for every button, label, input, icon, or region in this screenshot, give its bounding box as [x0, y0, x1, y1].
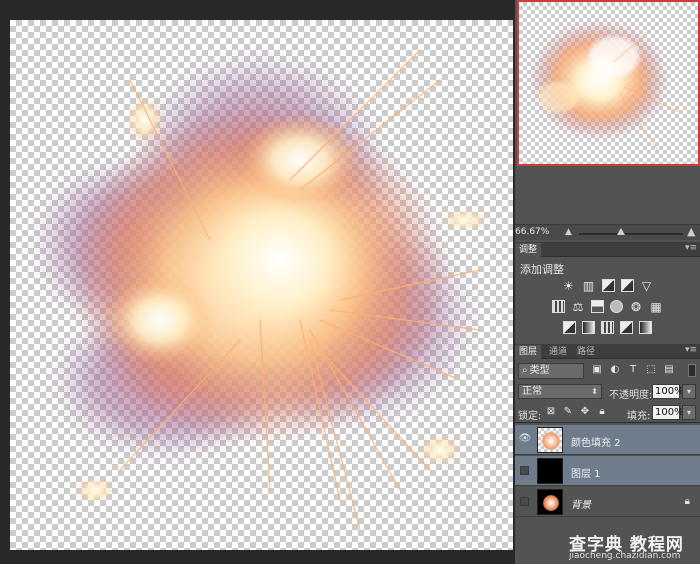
blend-mode-value: 正常	[522, 386, 542, 397]
right-panel-dock: 66.67% ▲ ▲ 调整 ▾≡ 添加调整 ☀ ▥ ▽ ⚖ ❂ ▦ 图层 通道 …	[515, 0, 700, 564]
posterize-icon[interactable]	[582, 321, 595, 334]
lock-image-pixels-icon[interactable]: ✎	[562, 406, 574, 418]
adjustment-icons-row-2: ⚖ ❂ ▦	[515, 300, 700, 318]
layer-filter-bar: ⌕ 类型 ▣ ◐ T ⬚ ▤	[515, 360, 700, 382]
eye-icon[interactable]: 👁︎	[518, 432, 532, 446]
navigator-panel	[515, 0, 700, 224]
layer-name[interactable]: 背景	[571, 496, 591, 511]
zoom-out-icon[interactable]: ▲	[565, 227, 572, 237]
color-lookup-icon[interactable]: ▦	[649, 300, 663, 314]
opacity-input[interactable]: 100%	[652, 384, 684, 399]
layer-thumbnail	[537, 458, 563, 484]
smart-object-filter-icon[interactable]: ▤	[663, 364, 675, 376]
tab-adjustments[interactable]: 调整	[515, 243, 542, 257]
shape-layer-filter-icon[interactable]: ⬚	[645, 364, 657, 376]
fill-label: 填充:	[627, 411, 651, 422]
panel-menu-icon[interactable]: ▾≡	[685, 345, 697, 355]
layer-thumbnail	[537, 427, 563, 453]
hue-saturation-icon[interactable]	[552, 300, 565, 313]
blend-mode-select[interactable]: 正常 ⬍	[518, 384, 602, 399]
visibility-toggle[interactable]	[520, 466, 529, 475]
adjustment-icons-row-3	[515, 321, 700, 339]
adjustment-icons-row-1: ☀ ▥ ▽	[515, 279, 700, 297]
chevron-updown-icon: ⬍	[591, 387, 598, 396]
watermark: 查字典 教程网 jiaocheng.chazidian.com	[569, 530, 694, 562]
fill-dropdown-button[interactable]: ▾	[682, 405, 696, 420]
gradient-map-icon[interactable]	[639, 321, 652, 334]
layers-header: 图层 通道 路径 ▾≡	[515, 344, 700, 359]
opacity-dropdown-button[interactable]: ▾	[682, 384, 696, 399]
watermark-url: jiaocheng.chazidian.com	[569, 551, 681, 561]
threshold-icon[interactable]	[601, 321, 614, 334]
lock-icon: 🔒︎	[684, 496, 690, 507]
black-white-icon[interactable]	[591, 300, 604, 313]
visibility-toggle[interactable]	[520, 497, 529, 506]
lock-row: 锁定: ⊠ ✎ ✥ 🔒︎ 填充: 100% ▾	[515, 403, 700, 423]
layer-row[interactable]: 👁︎ 颜色填充 2	[515, 425, 700, 455]
panel-menu-icon[interactable]: ▾≡	[685, 243, 697, 253]
blend-row: 正常 ⬍ 不透明度: 100% ▾	[515, 382, 700, 402]
tab-channels[interactable]: 通道	[545, 345, 571, 359]
photo-filter-icon[interactable]	[610, 300, 623, 313]
layer-row[interactable]: 背景 🔒︎	[515, 487, 700, 517]
lock-transparent-pixels-icon[interactable]: ⊠	[545, 406, 557, 418]
add-adjustment-label: 添加调整	[520, 263, 564, 276]
adjustments-header: 调整 ▾≡	[515, 242, 700, 257]
channel-mixer-icon[interactable]: ❂	[629, 300, 643, 314]
layer-thumbnail	[537, 489, 563, 515]
navigator-zoom-bar: 66.67% ▲ ▲	[515, 224, 700, 240]
fill-input[interactable]: 100%	[652, 405, 684, 420]
curves-icon[interactable]	[601, 279, 615, 292]
kind-filter-select[interactable]: ⌕ 类型	[518, 363, 584, 379]
filter-toggle-switch[interactable]	[688, 364, 696, 377]
layer-name[interactable]: 颜色填充 2	[571, 434, 621, 449]
adjustments-panel: 调整 ▾≡ 添加调整 ☀ ▥ ▽ ⚖ ❂ ▦	[515, 242, 700, 344]
zoom-slider[interactable]	[579, 233, 683, 235]
kind-filter-value: 类型	[529, 365, 550, 376]
pixel-layer-filter-icon[interactable]: ▣	[591, 364, 603, 376]
navigator-thumbnail-artwork	[529, 20, 680, 153]
image-canvas[interactable]	[10, 20, 513, 550]
search-icon: ⌕	[522, 365, 528, 376]
opacity-label: 不透明度:	[609, 390, 653, 401]
layer-row[interactable]: 图层 1	[515, 456, 700, 486]
tab-layers[interactable]: 图层	[515, 345, 542, 359]
lock-position-icon[interactable]: ✥	[579, 406, 591, 418]
zoom-in-icon[interactable]: ▲	[687, 225, 695, 238]
vibrance-icon[interactable]: ▽	[640, 279, 654, 293]
selective-color-icon[interactable]	[620, 321, 633, 334]
levels-icon[interactable]: ▥	[582, 279, 596, 293]
exposure-icon[interactable]	[620, 279, 634, 292]
tab-paths[interactable]: 路径	[573, 345, 599, 359]
zoom-value[interactable]: 66.67%	[515, 227, 549, 237]
layer-name[interactable]: 图层 1	[571, 465, 601, 480]
explosion-thumbnail-image	[543, 495, 559, 511]
lock-all-icon[interactable]: 🔒︎	[596, 406, 608, 418]
adjustment-layer-filter-icon[interactable]: ◐	[609, 364, 621, 376]
brightness-contrast-icon[interactable]: ☀	[562, 279, 576, 293]
explosion-thumbnail-image	[542, 432, 560, 450]
type-layer-filter-icon[interactable]: T	[627, 364, 639, 376]
explosion-artwork	[30, 49, 487, 531]
navigator-preview[interactable]	[517, 0, 700, 166]
color-balance-icon[interactable]: ⚖	[571, 300, 585, 314]
invert-icon[interactable]	[563, 321, 576, 334]
lock-label: 锁定:	[518, 411, 542, 422]
zoom-slider-thumb[interactable]	[617, 228, 625, 235]
document-workspace	[0, 0, 515, 564]
